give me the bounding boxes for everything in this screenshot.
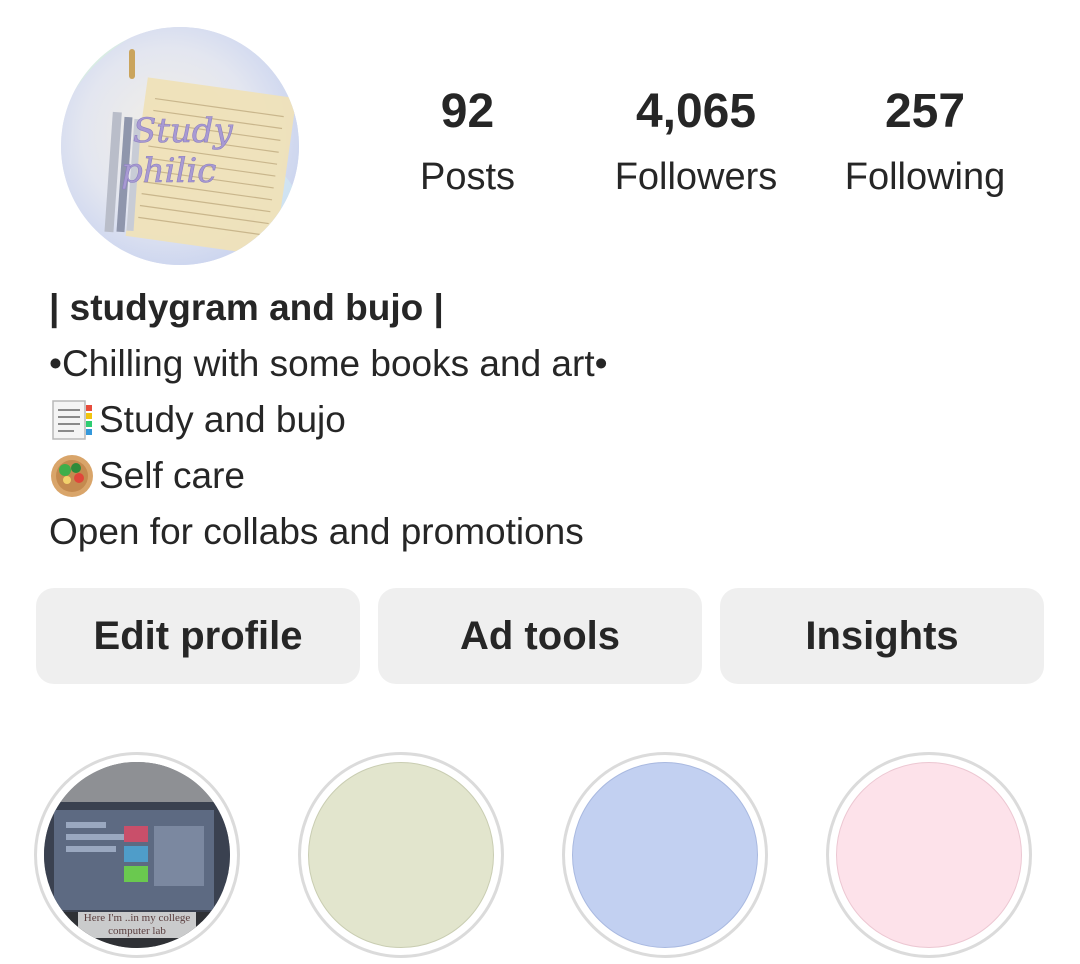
profile-bio: | studygram and bujo | •Chilling with so… — [49, 280, 1049, 560]
stat-posts[interactable]: 92 Posts — [400, 85, 535, 198]
bio-line-3: Self care — [49, 448, 1049, 504]
posts-label: Posts — [419, 156, 516, 198]
avatar-image: Study philic — [61, 27, 299, 265]
posts-count: 92 — [440, 85, 495, 138]
highlight-1-cover: Here I'm ..in my college computer lab — [44, 762, 230, 948]
bio-line-2: Study and bujo — [49, 392, 1049, 448]
bio-line-1: •Chilling with some books and art• — [49, 336, 1049, 392]
avatar-logo-text: Study — [133, 111, 234, 151]
story-highlight-1[interactable]: Here I'm ..in my college computer lab — [34, 752, 240, 958]
following-count: 257 — [884, 85, 966, 138]
bio-name: | studygram and bujo | — [49, 287, 444, 328]
followers-count: 4,065 — [635, 85, 757, 138]
ad-tools-button[interactable]: Ad tools — [378, 588, 702, 684]
notebook-icon — [49, 397, 95, 443]
svg-text:philic: philic — [121, 151, 216, 191]
bio-line-3-text: Self care — [99, 455, 246, 496]
salad-bowl-icon — [49, 453, 95, 499]
highlight-1-caption: Here I'm ..in my college computer lab — [78, 912, 196, 938]
story-highlight-4[interactable] — [826, 752, 1032, 958]
following-label: Following — [844, 156, 1006, 198]
highlight-3-cover — [572, 762, 758, 948]
highlight-4-cover — [836, 762, 1022, 948]
profile-actions: Edit profile Ad tools Insights — [36, 588, 1044, 684]
edit-profile-button[interactable]: Edit profile — [36, 588, 360, 684]
insights-button[interactable]: Insights — [720, 588, 1044, 684]
bio-line-1-text: •Chilling with some books and art• — [49, 343, 608, 384]
bio-line-2-text: Study and bujo — [99, 399, 346, 440]
bio-line-4: Open for collabs and promotions — [49, 504, 1049, 560]
profile-avatar[interactable]: Study philic — [61, 27, 299, 265]
followers-label: Followers — [614, 156, 778, 198]
story-highlight-3[interactable] — [562, 752, 768, 958]
story-highlight-2[interactable] — [298, 752, 504, 958]
stat-followers[interactable]: 4,065 Followers — [596, 85, 796, 198]
stat-following[interactable]: 257 Following — [830, 85, 1020, 198]
bio-line-4-text: Open for collabs and promotions — [49, 511, 584, 552]
highlight-2-cover — [308, 762, 494, 948]
